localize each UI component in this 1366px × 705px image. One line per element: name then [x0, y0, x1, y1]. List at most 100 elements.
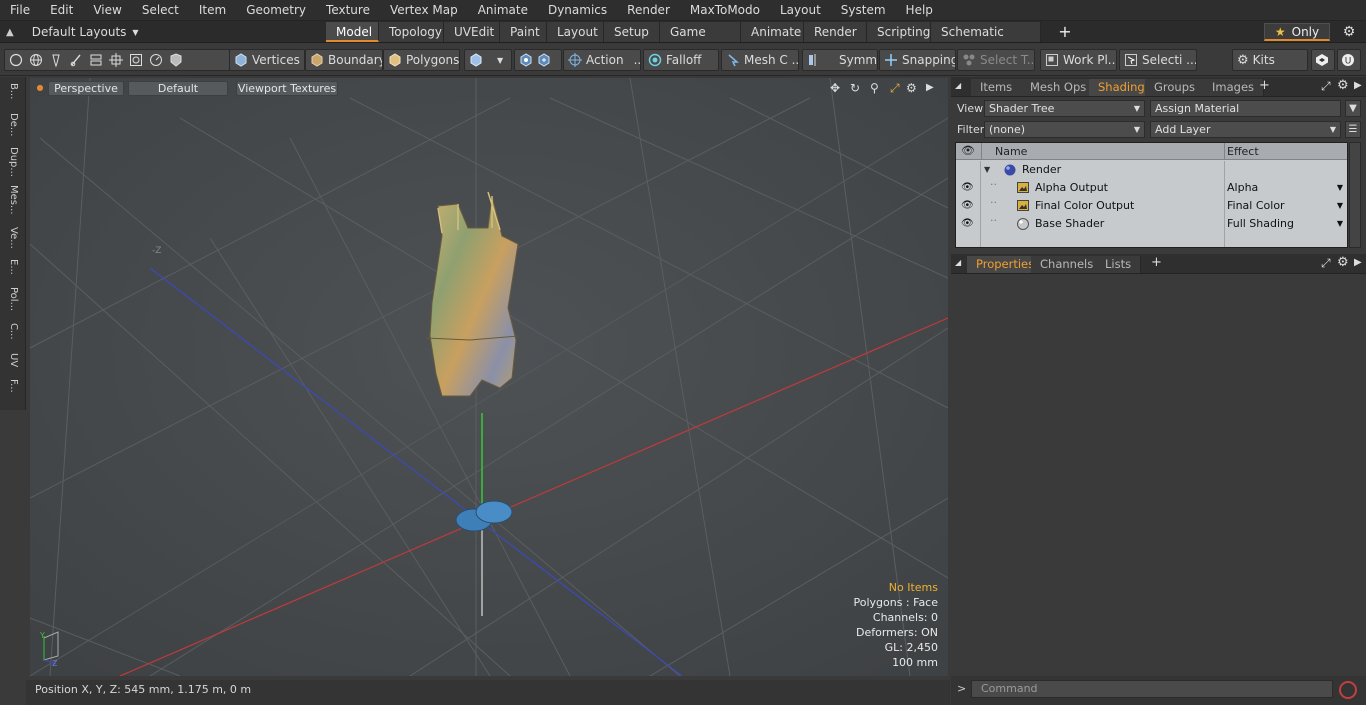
menu-select[interactable]: Select [132, 0, 189, 21]
visibility-eye-icon[interactable]: 👁 [961, 179, 974, 197]
tab-scripting[interactable]: Scripting [867, 22, 931, 42]
globe-icon[interactable] [29, 53, 43, 67]
mesh-constraint-button[interactable]: Mesh C ... [721, 49, 799, 71]
tab-channels[interactable]: Channels [1031, 256, 1104, 273]
column-effect[interactable]: Effect [1227, 145, 1259, 158]
tab-mesh-ops[interactable]: Mesh Ops [1021, 79, 1097, 96]
pivot-snap-icon[interactable] [537, 53, 551, 67]
left-tab-duplicate[interactable]: Dup... [4, 147, 22, 177]
element-snap-icon[interactable] [519, 53, 533, 67]
pan-icon[interactable]: ✥ [830, 81, 844, 95]
add-tab-button[interactable]: + [1057, 22, 1073, 42]
shader-row-render[interactable]: ▼ Render [956, 161, 1347, 179]
left-tab-vertex[interactable]: Ve... [4, 227, 22, 249]
tab-setup[interactable]: Setup [604, 22, 660, 42]
menu-edit[interactable]: Edit [40, 0, 83, 21]
snapping-button[interactable]: Snapping [879, 49, 956, 71]
menu-file[interactable]: File [0, 0, 40, 21]
maximize-icon[interactable]: ⤢ [890, 81, 904, 95]
gear-icon[interactable]: ⚙ [1337, 78, 1349, 93]
expand-right-icon[interactable]: ▶ [1354, 257, 1362, 268]
left-tab-uv[interactable]: UV [4, 353, 22, 367]
expand-right-icon[interactable]: ▶ [1354, 80, 1362, 91]
tab-groups[interactable]: Groups [1145, 79, 1206, 96]
menu-render[interactable]: Render [617, 0, 680, 21]
rotate-icon[interactable]: ↻ [850, 81, 864, 95]
gear-icon[interactable]: ⚙ [1340, 23, 1358, 41]
view-dropdown[interactable]: Shader Tree ▼ [984, 100, 1145, 117]
selection-sets-button[interactable]: Selecti ... [1119, 49, 1197, 71]
maximize-icon[interactable]: ⤢ [1321, 256, 1331, 271]
menu-item[interactable]: Item [189, 0, 236, 21]
only-button[interactable]: ★ Only [1264, 23, 1330, 41]
effect-dropdown[interactable]: Alpha ▼ [1225, 179, 1347, 197]
assign-material-button[interactable]: Assign Material [1150, 100, 1341, 117]
shader-tree-scrollbar[interactable] [1349, 142, 1361, 248]
left-tab-deform[interactable]: De... [4, 113, 22, 136]
vertices-button[interactable]: Vertices [229, 49, 305, 71]
tab-uvedit[interactable]: UVEdit [444, 22, 500, 42]
tab-layout[interactable]: Layout [547, 22, 604, 42]
item-mode-dropdown[interactable]: ▼ [464, 49, 512, 71]
tab-model[interactable]: Model [326, 22, 379, 42]
select-through-button[interactable]: Select T... [957, 49, 1035, 71]
gear-icon[interactable]: ⚙ [906, 81, 920, 95]
tab-render[interactable]: Render [804, 22, 867, 42]
menu-layout[interactable]: Layout [770, 0, 831, 21]
falloff-button[interactable]: Falloff [643, 49, 719, 71]
boundary-button[interactable]: Boundary [305, 49, 383, 71]
panel-menu-icon[interactable]: ◢ [955, 81, 961, 90]
center-icon[interactable] [109, 53, 123, 67]
left-tab-polygon[interactable]: Pol... [4, 287, 22, 311]
menu-view[interactable]: View [83, 0, 131, 21]
visibility-eye-icon[interactable]: 👁 [961, 144, 975, 157]
menu-texture[interactable]: Texture [316, 0, 380, 21]
layout-selector[interactable]: ▲ Default Layouts ▼ [6, 23, 139, 41]
menu-vertex-map[interactable]: Vertex Map [380, 0, 468, 21]
gear-icon[interactable]: ⚙ [1337, 255, 1349, 270]
tab-lists[interactable]: Lists [1096, 256, 1142, 273]
left-tab-curve[interactable]: C... [4, 323, 22, 340]
tab-game-tools[interactable]: Game Tools [660, 22, 741, 59]
kits-button[interactable]: ⚙ Kits [1232, 49, 1308, 71]
menu-animate[interactable]: Animate [468, 0, 538, 21]
viewport-menu-icon[interactable]: ● [34, 81, 46, 96]
viewport-shading-button[interactable]: Default [128, 81, 228, 96]
stack-icon[interactable] [89, 53, 103, 67]
effect-dropdown[interactable]: Final Color ▼ [1225, 197, 1347, 215]
filter-dropdown[interactable]: (none) ▼ [984, 121, 1145, 138]
left-tab-basic[interactable]: B... [4, 83, 22, 99]
tab-images[interactable]: Images [1203, 79, 1265, 96]
add-layer-dropdown[interactable]: Add Layer ▼ [1150, 121, 1341, 138]
unreal-button[interactable]: U [1337, 49, 1361, 71]
action-center-button[interactable]: Action ... [563, 49, 641, 71]
3d-viewport[interactable]: -Z Y Z ● Perspective Default Viewport Te… [30, 78, 948, 676]
column-name[interactable]: Name [995, 145, 1027, 158]
menu-maxtomodo[interactable]: MaxToModo [680, 0, 770, 21]
filter-icon[interactable]: ▼ [1345, 100, 1361, 117]
square-circle-icon[interactable] [129, 53, 143, 67]
expand-right-icon[interactable]: ▶ [926, 81, 936, 95]
timer-icon[interactable] [149, 53, 163, 67]
zoom-icon[interactable]: ⚲ [870, 81, 884, 95]
visibility-eye-icon[interactable]: 👁 [961, 197, 974, 215]
visibility-eye-icon[interactable]: 👁 [961, 215, 974, 233]
shield-icon[interactable] [169, 53, 183, 67]
left-tab-fusion[interactable]: F... [4, 379, 22, 393]
viewport-textures-button[interactable]: Viewport Textures [236, 81, 338, 96]
shader-row-final-color-output[interactable]: 👁 ·· Final Color Output Final Color ▼ [956, 196, 1347, 215]
circle-select-icon[interactable] [9, 53, 23, 67]
left-tab-mesh-edit[interactable]: Mes... [4, 185, 22, 215]
menu-help[interactable]: Help [896, 0, 943, 21]
symmetry-button[interactable]: Symm ... [802, 49, 878, 71]
collapse-icon[interactable]: ▲ [6, 27, 14, 38]
pen-icon[interactable] [49, 53, 63, 67]
polygons-button[interactable]: Polygons [383, 49, 460, 71]
panel-menu-icon[interactable]: ◢ [955, 258, 961, 267]
tab-topology[interactable]: Topology [379, 22, 444, 42]
shader-row-alpha-output[interactable]: 👁 ·· Alpha Output Alpha ▼ [956, 178, 1347, 197]
effect-dropdown[interactable]: Full Shading ▼ [1225, 215, 1347, 233]
list-options-icon[interactable]: ☰ [1345, 121, 1361, 138]
tab-paint[interactable]: Paint [500, 22, 547, 42]
shader-row-base-shader[interactable]: 👁 ·· Base Shader Full Shading ▼ [956, 214, 1347, 233]
